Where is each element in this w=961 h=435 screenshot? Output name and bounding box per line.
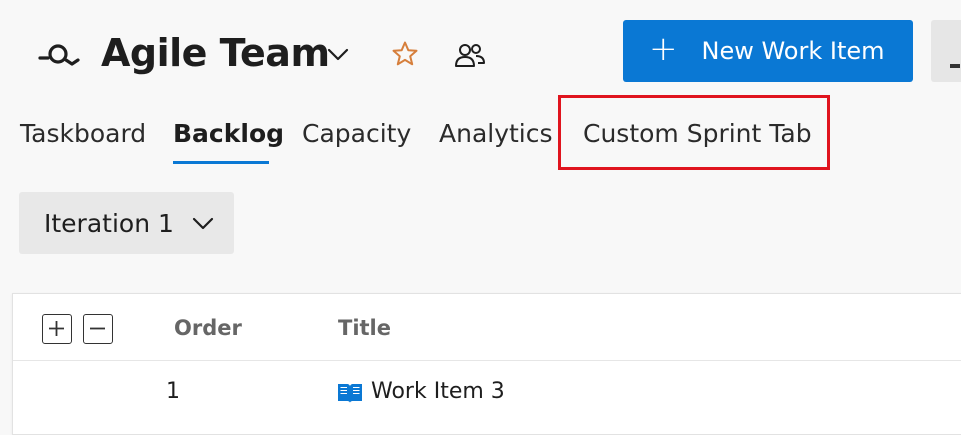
expand-all-button[interactable] [42, 314, 72, 344]
row-title: Work Item 3 [371, 379, 505, 404]
plus-icon: + [649, 29, 678, 69]
iteration-label: Iteration 1 [44, 208, 174, 238]
page-header: Agile Team + New Work Item [0, 0, 961, 100]
team-title: Agile Team [101, 31, 330, 75]
tab-capacity[interactable]: Capacity [302, 119, 411, 148]
chevron-down-icon[interactable] [326, 44, 350, 64]
table-row[interactable]: 1 Work Item 3 [13, 361, 961, 421]
new-work-item-label: New Work Item [701, 37, 885, 65]
tab-taskboard[interactable]: Taskboard [20, 119, 146, 148]
people-icon[interactable] [454, 41, 486, 69]
column-header-order[interactable]: Order [174, 316, 242, 340]
active-tab-indicator [173, 161, 269, 164]
tab-analytics[interactable]: Analytics [439, 119, 553, 148]
iteration-picker[interactable]: Iteration 1 [19, 192, 234, 254]
minus-icon [90, 327, 105, 330]
star-icon[interactable] [391, 40, 419, 68]
overflow-button[interactable] [931, 20, 961, 82]
plus-icon [49, 321, 64, 336]
row-order: 1 [166, 379, 180, 404]
tab-backlog[interactable]: Backlog [173, 119, 284, 148]
ellipsis-icon [950, 64, 960, 68]
book-icon [338, 384, 362, 403]
collapse-all-button[interactable] [83, 314, 113, 344]
new-work-item-button[interactable]: + New Work Item [623, 20, 913, 82]
highlight-annotation [558, 95, 830, 170]
team-icon [38, 44, 80, 66]
chevron-down-icon [192, 217, 214, 230]
column-header-title[interactable]: Title [338, 316, 391, 340]
